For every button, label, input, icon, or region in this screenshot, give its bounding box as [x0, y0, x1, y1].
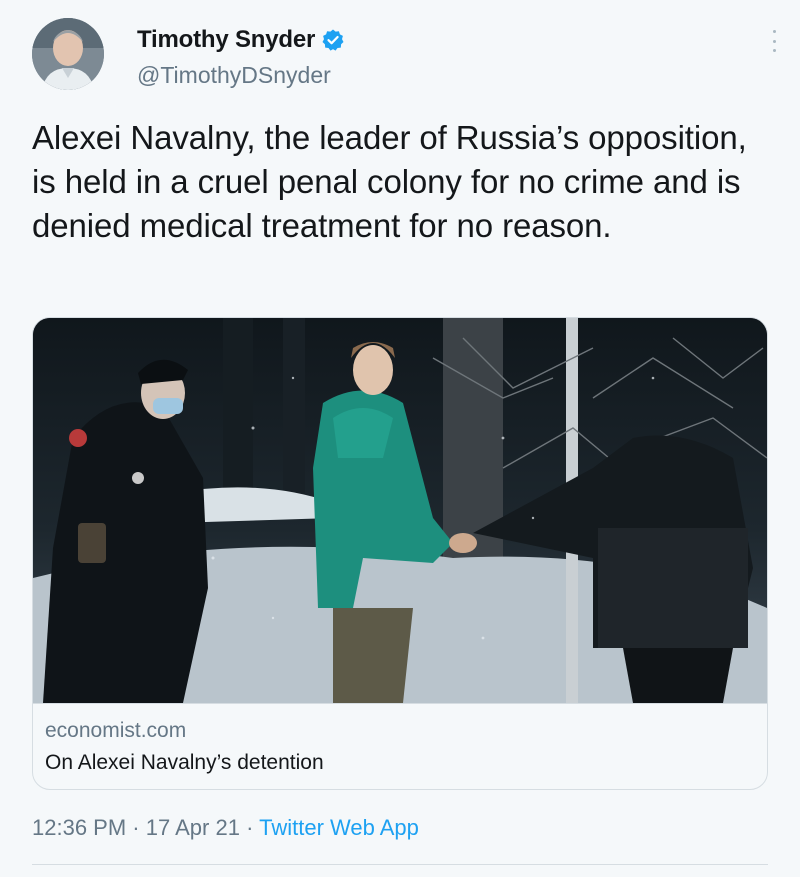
source-link[interactable]: Twitter Web App: [259, 815, 419, 840]
tweet-date[interactable]: 17 Apr 21: [146, 815, 240, 840]
link-card[interactable]: economist.com On Alexei Navalny’s detent…: [32, 317, 768, 790]
user-handle[interactable]: @TimothyDSnyder: [137, 62, 345, 89]
verified-badge-icon: [321, 28, 345, 52]
display-name[interactable]: Timothy Snyder: [137, 26, 315, 54]
card-meta: economist.com On Alexei Navalny’s detent…: [33, 703, 767, 780]
more-vertical-icon[interactable]: [768, 30, 780, 52]
tweet: Timothy Snyder @TimothyDSnyder Alexei Na…: [0, 0, 800, 877]
author-block: Timothy Snyder @TimothyDSnyder: [137, 24, 345, 89]
meta-separator: ·: [246, 815, 254, 840]
card-image[interactable]: [33, 318, 767, 703]
tweet-time[interactable]: 12:36 PM: [32, 815, 126, 840]
divider: [32, 864, 768, 865]
meta-separator: ·: [132, 815, 140, 840]
avatar[interactable]: [32, 18, 104, 90]
tweet-metadata: 12:36 PM · 17 Apr 21 · Twitter Web App: [32, 815, 419, 841]
card-domain: economist.com: [45, 719, 187, 742]
name-row: Timothy Snyder: [137, 24, 345, 56]
card-title: On Alexei Navalny’s detention: [45, 751, 324, 774]
tweet-text: Alexei Navalny, the leader of Russia’s o…: [32, 119, 747, 244]
